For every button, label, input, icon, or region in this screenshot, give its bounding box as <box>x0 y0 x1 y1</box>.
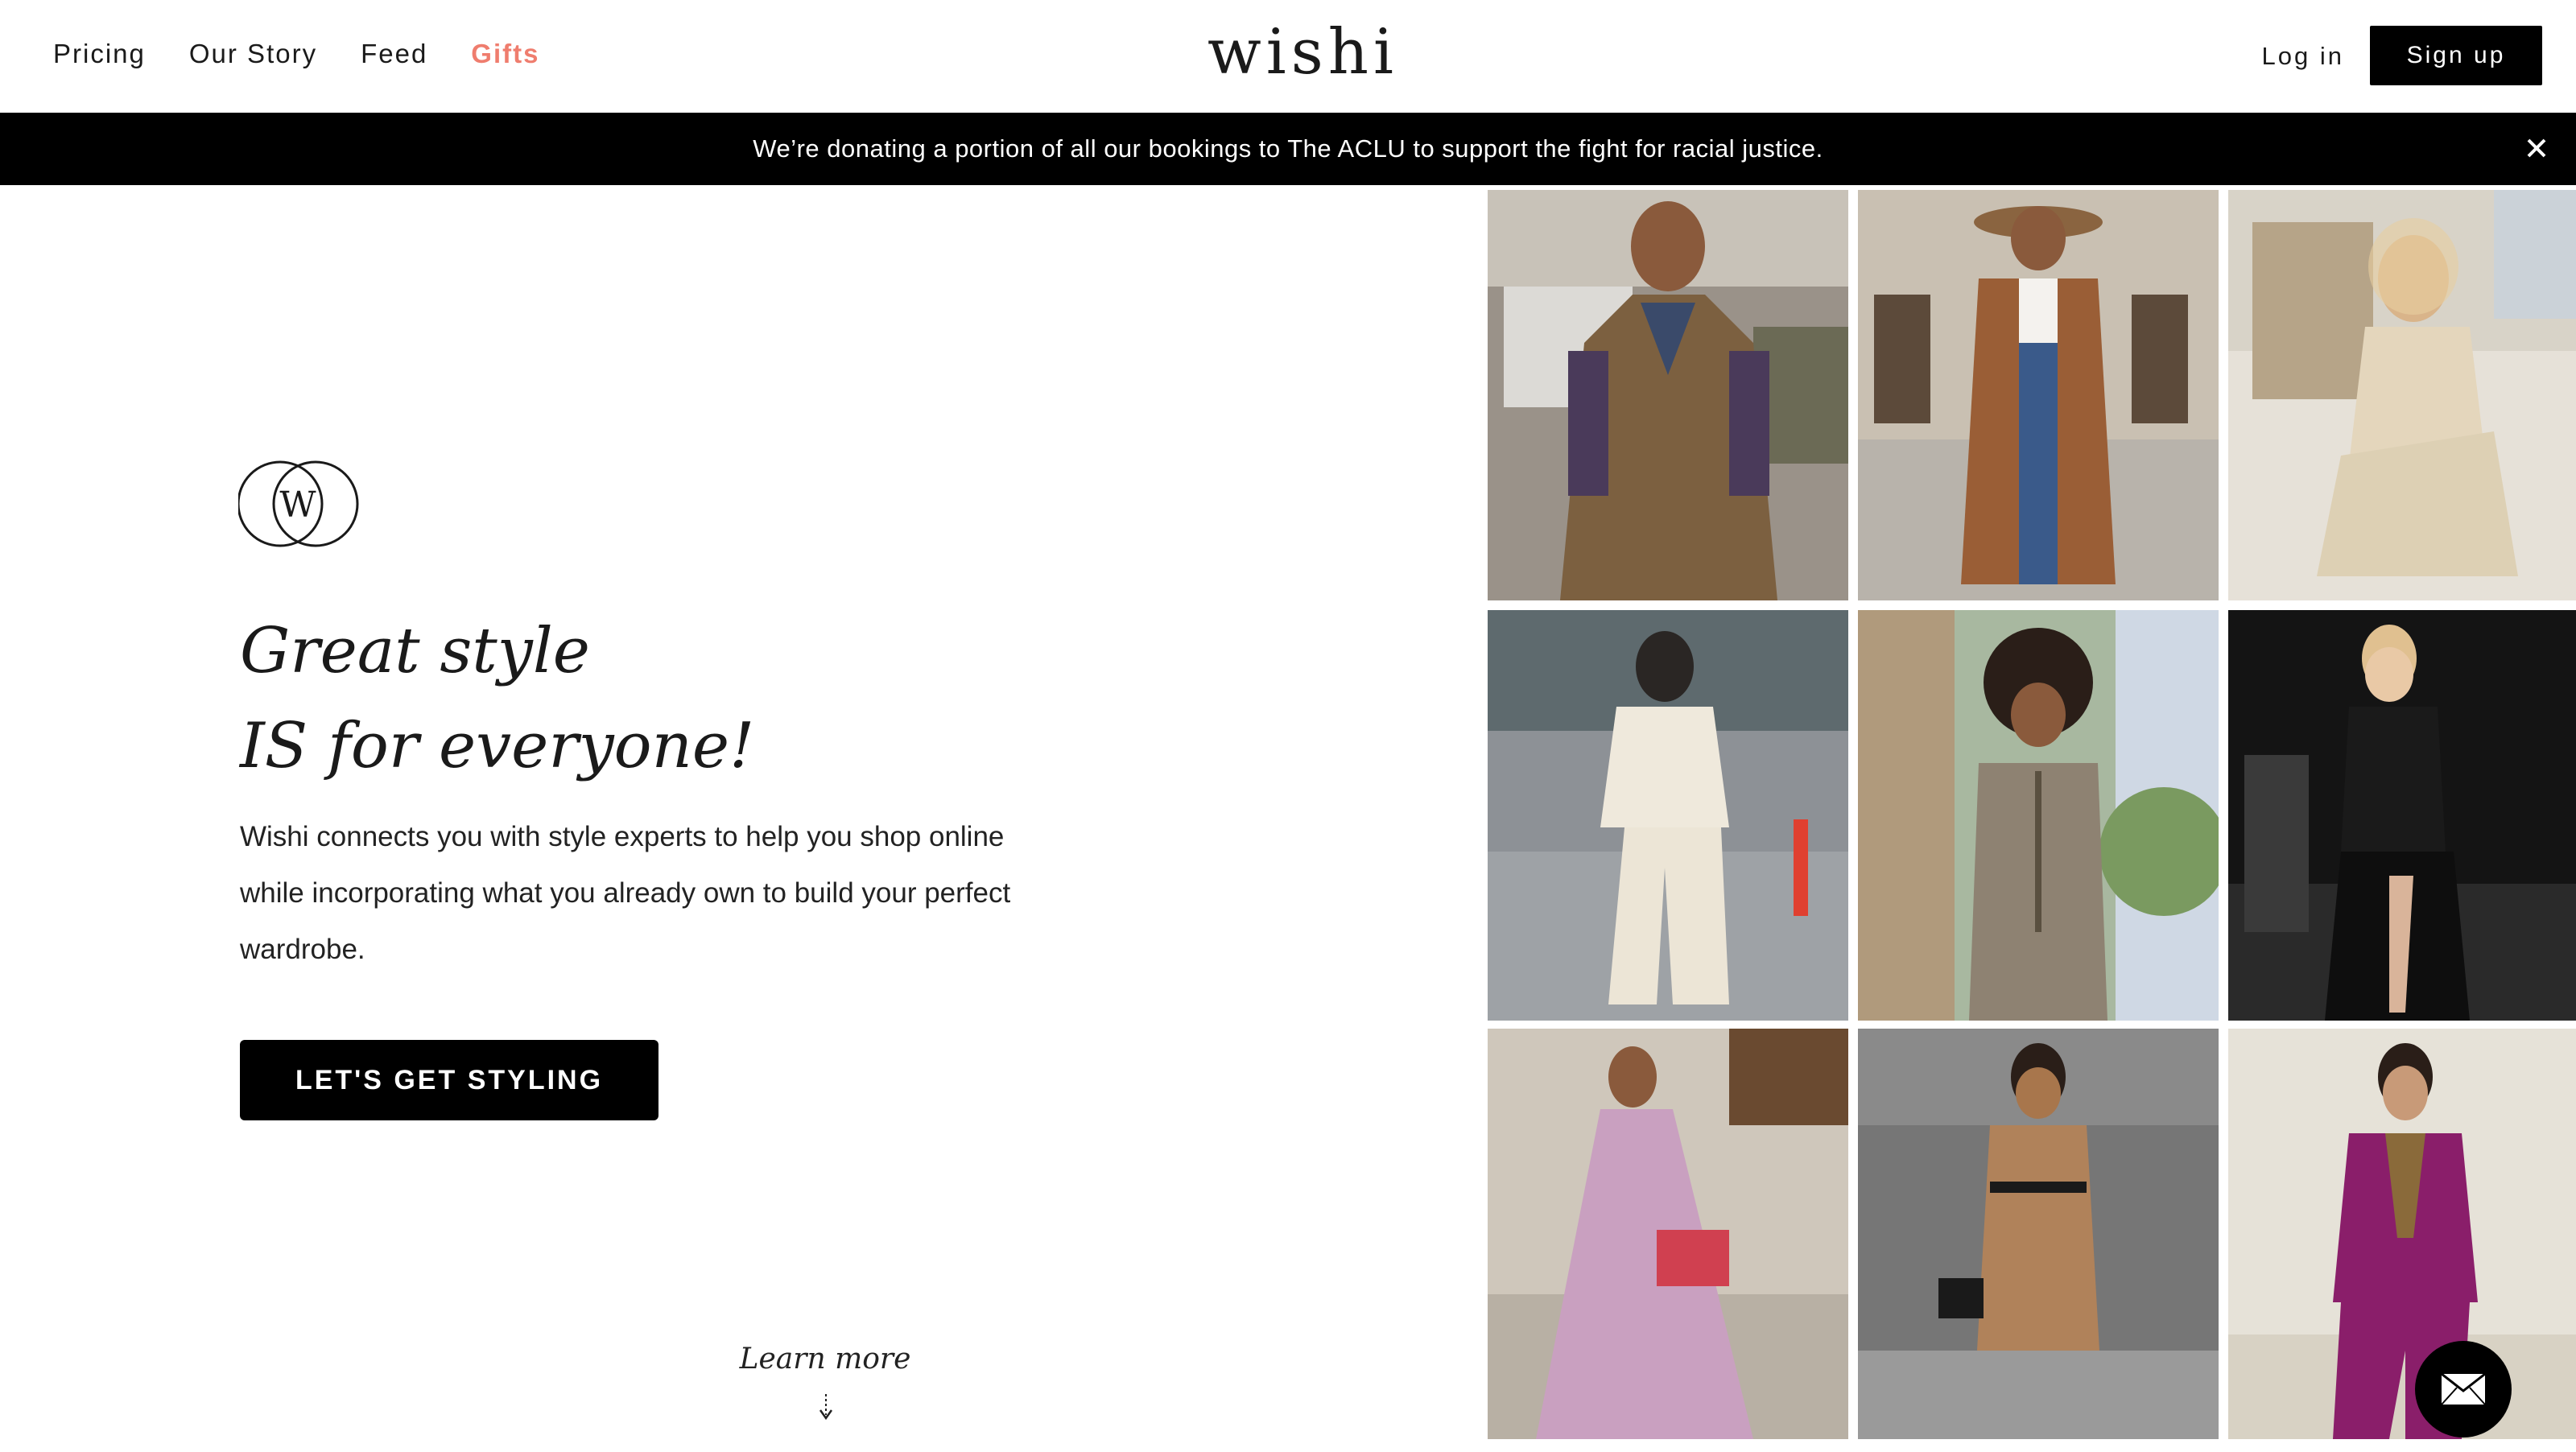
site-header: Pricing Our Story Feed Gifts wishi Log i… <box>0 0 2576 113</box>
arrow-down-icon[interactable] <box>818 1392 834 1421</box>
photo-icon <box>2228 1029 2576 1439</box>
login-link[interactable]: Log in <box>2262 42 2344 71</box>
nav-pricing[interactable]: Pricing <box>53 39 146 69</box>
headline-line-2: IS for everyone! <box>240 710 755 782</box>
gallery-photo-4[interactable] <box>1488 610 1848 1021</box>
gallery-photo-2[interactable] <box>1858 190 2219 600</box>
banner-text: We’re donating a portion of all our book… <box>753 134 1823 163</box>
photo-icon <box>2228 190 2576 600</box>
main-nav: Pricing Our Story Feed Gifts <box>53 39 539 69</box>
signup-button[interactable]: Sign up <box>2370 26 2542 85</box>
gallery-photo-9[interactable] <box>2228 1029 2576 1439</box>
hero-description: Wishi connects you with style experts to… <box>240 821 1011 965</box>
learn-more-link[interactable]: Learn more <box>724 1343 926 1376</box>
photo-icon <box>1858 1029 2219 1439</box>
close-icon[interactable] <box>2518 130 2555 167</box>
gallery-photo-1[interactable] <box>1488 190 1848 600</box>
wishi-emblem-icon: W <box>238 460 359 547</box>
gallery-photo-5[interactable] <box>1858 610 2219 1021</box>
photo-icon <box>1488 610 1848 1021</box>
gallery-photo-3[interactable] <box>2228 190 2576 600</box>
hero-headline: Great style IS for everyone! <box>240 604 754 794</box>
nav-gifts[interactable]: Gifts <box>471 39 539 69</box>
headline-line-1: Great style <box>240 615 590 687</box>
gallery-photo-6[interactable] <box>2228 610 2576 1021</box>
nav-feed[interactable]: Feed <box>361 39 427 69</box>
mail-icon <box>2441 1373 2486 1405</box>
site-logo[interactable]: wishi <box>1208 16 1393 89</box>
photo-gallery <box>1488 190 2576 1452</box>
photo-icon <box>2228 610 2576 1021</box>
get-styling-button[interactable]: LET'S GET STYLING <box>240 1040 658 1120</box>
emblem-letter: W <box>279 485 316 526</box>
nav-our-story[interactable]: Our Story <box>189 39 317 69</box>
photo-icon <box>1858 610 2219 1021</box>
chat-button[interactable] <box>2415 1341 2512 1438</box>
photo-icon <box>1488 1029 1848 1439</box>
photo-icon <box>1858 190 2219 600</box>
gallery-photo-7[interactable] <box>1488 1029 1848 1439</box>
photo-icon <box>1488 190 1848 600</box>
announcement-banner: We’re donating a portion of all our book… <box>0 113 2576 185</box>
gallery-photo-8[interactable] <box>1858 1029 2219 1439</box>
